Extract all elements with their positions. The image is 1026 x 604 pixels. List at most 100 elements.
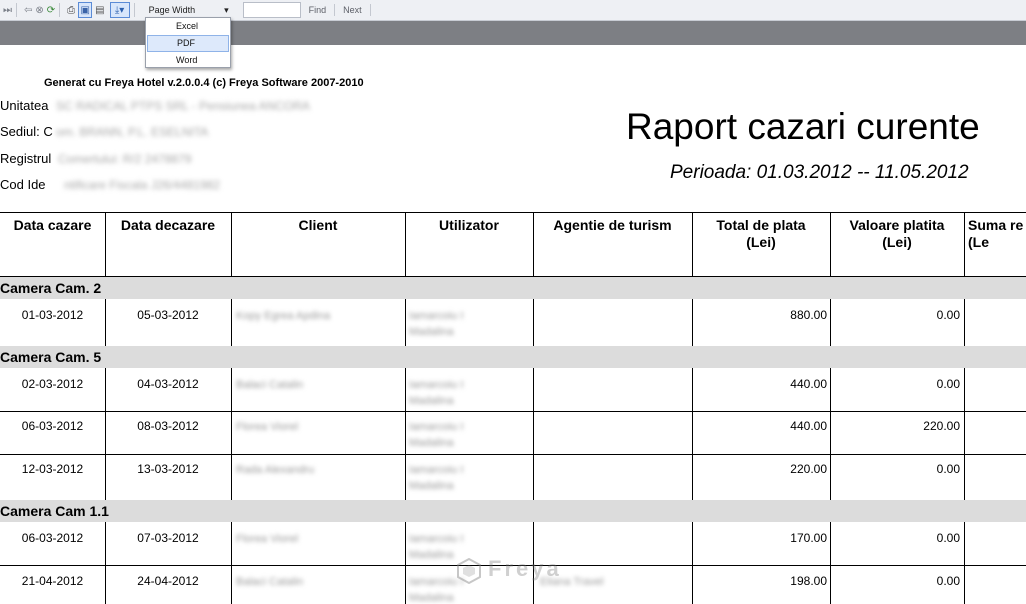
col-divider bbox=[964, 368, 965, 500]
col-divider bbox=[105, 522, 106, 604]
cell-data-decazare: 05-03-2012 bbox=[137, 308, 199, 322]
zoom-value: Page Width bbox=[148, 5, 196, 15]
col-divider bbox=[830, 368, 831, 500]
chevron-down-icon: ▾ bbox=[224, 4, 229, 15]
find-input[interactable] bbox=[242, 2, 301, 18]
zoom-select[interactable]: Page Width ▾ bbox=[145, 3, 233, 17]
header-total-plata: Total de plata (Lei) bbox=[716, 217, 806, 250]
col-divider bbox=[405, 368, 406, 500]
col-divider bbox=[964, 299, 965, 346]
header-data-decazare: Data decazare bbox=[120, 217, 216, 233]
group-row: Camera Cam. 5 bbox=[0, 346, 1026, 368]
export-pdf-item[interactable]: PDF bbox=[147, 35, 229, 52]
cell-client-redacted: Florea Viorel bbox=[236, 421, 299, 433]
header-valoare-platita: Valoare platita (Lei) bbox=[849, 217, 945, 250]
col-divider bbox=[533, 299, 534, 346]
freya-watermark: Freya bbox=[488, 556, 562, 581]
fiscal-code-label: Cod Ide bbox=[0, 177, 46, 192]
cell-total: 170.00 bbox=[790, 531, 827, 545]
col-divider bbox=[405, 299, 406, 346]
report-table: Data cazare Data decazare Client Utiliza… bbox=[0, 212, 1026, 604]
cell-client-redacted: Balaci Catalin bbox=[236, 379, 304, 391]
last-page-icon[interactable]: ⏭ bbox=[3, 3, 12, 17]
report-period: Perioada: 01.03.2012 -- 11.05.2012 bbox=[670, 162, 969, 183]
cell-data-cazare: 01-03-2012 bbox=[21, 308, 84, 322]
cell-platita: 0.00 bbox=[936, 462, 960, 476]
col-divider bbox=[830, 299, 831, 346]
cell-client-redacted: Balaci Catalin bbox=[236, 576, 304, 588]
cell-data-cazare: 06-03-2012 bbox=[21, 531, 84, 545]
registry-label: Registrul bbox=[0, 151, 52, 166]
header-agentie: Agentie de turism bbox=[553, 217, 672, 233]
cell-data-decazare: 13-03-2012 bbox=[137, 462, 199, 476]
header-utilizator: Utilizator bbox=[439, 217, 499, 233]
registry-value-redacted: Comertului: R/2 2478879 bbox=[58, 152, 192, 166]
col-divider bbox=[405, 522, 406, 604]
col-divider bbox=[964, 212, 965, 276]
toolbar-separator bbox=[133, 3, 135, 17]
col-divider bbox=[231, 368, 232, 500]
export-excel-item[interactable]: Excel bbox=[147, 19, 229, 34]
header-suma: Suma re (Le bbox=[968, 217, 1024, 250]
row-divider bbox=[0, 411, 1026, 412]
cell-client-redacted: Florea Viorel bbox=[236, 533, 299, 545]
cell-data-decazare: 04-03-2012 bbox=[137, 377, 199, 391]
office-value-redacted: om. BRANN, P.L. ESELNITA bbox=[56, 125, 209, 139]
cell-platita: 0.00 bbox=[936, 574, 960, 588]
col-divider bbox=[231, 522, 232, 604]
cell-data-cazare: 12-03-2012 bbox=[21, 462, 84, 476]
cell-utilizator-redacted: Iamarcoiu I Madalina bbox=[409, 310, 464, 338]
cell-data-cazare: 06-03-2012 bbox=[21, 419, 84, 433]
col-divider bbox=[964, 522, 965, 604]
toolbar-separator bbox=[369, 4, 371, 16]
print-layout-icon[interactable]: ▣ bbox=[78, 2, 93, 18]
cell-platita: 220.00 bbox=[923, 419, 960, 433]
toolbar-separator bbox=[16, 3, 17, 17]
toolbar-separator bbox=[334, 4, 336, 16]
table-top-border bbox=[0, 212, 1026, 213]
toolbar-separator bbox=[59, 3, 61, 17]
cell-utilizator-redacted: Iamarcoiu I Madalina bbox=[409, 464, 464, 492]
cell-platita: 0.00 bbox=[936, 531, 960, 545]
report-title: Raport cazari curente bbox=[626, 106, 980, 147]
col-divider bbox=[830, 522, 831, 604]
header-data-cazare: Data cazare bbox=[13, 217, 92, 233]
cell-total: 198.00 bbox=[790, 574, 827, 588]
export-menu: Excel PDF Word bbox=[145, 17, 231, 68]
cell-total: 440.00 bbox=[790, 377, 827, 391]
header-client: Client bbox=[298, 217, 338, 233]
col-divider bbox=[830, 212, 831, 276]
export-icon[interactable]: ⤓▾ bbox=[109, 2, 130, 18]
refresh-icon[interactable]: ⟳ bbox=[47, 3, 55, 17]
cell-client-redacted: Rada Alexandru bbox=[236, 464, 315, 476]
stop-icon[interactable]: ⊗ bbox=[35, 3, 43, 17]
row-divider bbox=[0, 454, 1026, 455]
print-icon[interactable]: ⎙ bbox=[67, 3, 75, 17]
export-word-item[interactable]: Word bbox=[147, 53, 229, 68]
find-link[interactable]: Find bbox=[309, 5, 327, 15]
col-divider bbox=[231, 299, 232, 346]
col-divider bbox=[692, 299, 693, 346]
cell-data-decazare: 08-03-2012 bbox=[137, 419, 199, 433]
page-setup-icon[interactable]: ▤ bbox=[95, 3, 104, 17]
cell-data-decazare: 24-04-2012 bbox=[137, 574, 199, 588]
cell-utilizator-redacted: Iamarcoiu I Madalina bbox=[409, 421, 464, 449]
office-label: Sediul: C bbox=[0, 124, 53, 139]
col-divider bbox=[692, 368, 693, 500]
group-row: Camera Cam. 2 bbox=[0, 277, 1026, 299]
fiscal-code-value-redacted: ntificare Fiscala J26/4481982 bbox=[64, 178, 221, 192]
cell-platita: 0.00 bbox=[936, 308, 960, 322]
cell-data-cazare: 02-03-2012 bbox=[21, 377, 84, 391]
cell-platita: 0.00 bbox=[936, 377, 960, 391]
unit-label: Unitatea bbox=[0, 98, 49, 113]
col-divider bbox=[105, 299, 106, 346]
col-divider bbox=[105, 368, 106, 500]
cell-total: 880.00 bbox=[790, 308, 827, 322]
cell-data-decazare: 07-03-2012 bbox=[137, 531, 199, 545]
col-divider bbox=[692, 212, 693, 276]
generated-by-text: Generat cu Freya Hotel v.2.0.0.4 (c) Fre… bbox=[44, 77, 364, 89]
next-link[interactable]: Next bbox=[343, 5, 362, 15]
back-icon[interactable]: ⇦ bbox=[24, 3, 32, 17]
unit-value-redacted: SC RADICAL PTPS SRL - Pensiunea ANCORA bbox=[56, 99, 310, 113]
cell-utilizator-redacted: Iamarcoiu I Madalina bbox=[409, 379, 464, 407]
